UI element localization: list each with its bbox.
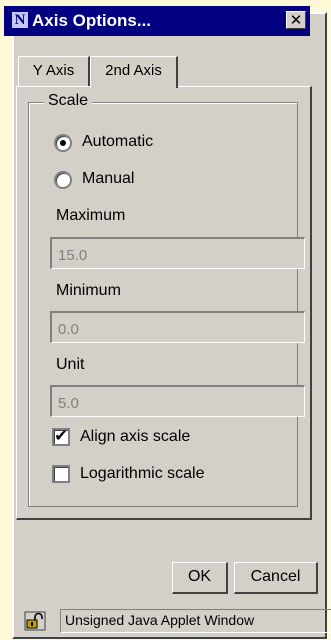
close-button[interactable]: ✕ xyxy=(286,11,306,29)
netscape-n-icon: N xyxy=(12,12,28,28)
logarithmic-scale-label[interactable]: Logarithmic scale xyxy=(80,465,205,483)
logarithmic-scale-checkbox[interactable] xyxy=(52,465,70,483)
status-text: Unsigned Java Applet Window xyxy=(60,609,331,633)
tab-y-axis[interactable]: Y Axis xyxy=(18,56,90,86)
manual-radio[interactable] xyxy=(54,171,72,189)
align-axis-scale-label[interactable]: Align axis scale xyxy=(80,428,190,446)
maximum-label: Maximum xyxy=(56,207,126,224)
automatic-label[interactable]: Automatic xyxy=(82,133,153,151)
cancel-button[interactable]: Cancel xyxy=(234,562,318,594)
scale-groupbox xyxy=(28,102,298,507)
align-axis-scale-checkbox[interactable]: ✔ xyxy=(52,428,70,446)
maximum-field[interactable]: 15.0 xyxy=(50,237,305,269)
window-title: Axis Options... xyxy=(32,11,152,30)
title-bar[interactable]: N Axis Options... ✕ xyxy=(4,6,310,36)
ok-button[interactable]: OK xyxy=(172,562,228,594)
unlocked-padlock-icon xyxy=(24,611,46,631)
status-bar: Unsigned Java Applet Window xyxy=(20,606,331,634)
tab-2nd-axis[interactable]: 2nd Axis xyxy=(90,56,178,88)
scale-group-label: Scale xyxy=(44,92,93,110)
automatic-radio[interactable] xyxy=(54,134,72,152)
checkmark-icon: ✔ xyxy=(54,428,68,445)
minimum-field[interactable]: 0.0 xyxy=(50,311,305,343)
unit-field[interactable]: 5.0 xyxy=(50,385,305,417)
minimum-label: Minimum xyxy=(56,282,121,299)
manual-label[interactable]: Manual xyxy=(82,170,134,188)
radio-selected-dot xyxy=(60,140,66,146)
unit-label: Unit xyxy=(56,356,85,373)
